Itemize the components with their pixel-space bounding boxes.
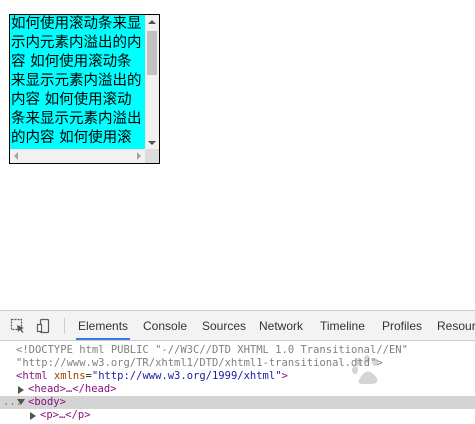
- horizontal-scrollbar[interactable]: [10, 149, 145, 163]
- html-attr-value: "http://www.w3.org/1999/xhtml": [91, 370, 282, 382]
- tab-console[interactable]: Console: [141, 311, 189, 340]
- dom-node-body[interactable]: ... <body>: [0, 396, 475, 409]
- scroll-left-arrow-icon[interactable]: [14, 152, 18, 160]
- devtools-toolbar: Elements Console Sources Network Timelin…: [0, 311, 475, 341]
- scroll-down-arrow-icon[interactable]: [148, 141, 156, 145]
- html-attr-name: xmlns: [53, 370, 86, 382]
- html-open-tag: <html: [16, 370, 48, 382]
- page-viewport: 如何使用滚动条来显示内元素内溢出的内容 如何使用滚动条来显示元素内溢出的内容 如…: [0, 0, 475, 307]
- doctype-text-line1: <!DOCTYPE html PUBLIC "-//W3C//DTD XHTML…: [16, 344, 408, 356]
- toolbar-divider: [64, 318, 65, 334]
- devtools-panel: Elements Console Sources Network Timelin…: [0, 310, 475, 424]
- tab-elements[interactable]: Elements: [76, 311, 131, 340]
- doctype-text-line2: "http://www.w3.org/TR/xhtml1/DTD/xhtml1-…: [16, 357, 383, 369]
- scrollable-div[interactable]: 如何使用滚动条来显示内元素内溢出的内容 如何使用滚动条来显示元素内溢出的内容 如…: [9, 14, 160, 164]
- scroll-up-arrow-icon[interactable]: [148, 20, 156, 24]
- body-open-tag: <body>: [28, 396, 66, 408]
- dom-node-doctype-cont: "http://www.w3.org/TR/xhtml1/DTD/xhtml1-…: [0, 357, 475, 370]
- elements-dom-tree: <!DOCTYPE html PUBLIC "-//W3C//DTD XHTML…: [0, 342, 475, 424]
- overflow-text: 如何使用滚动条来显示内元素内溢出的内容 如何使用滚动条来显示元素内溢出的内容 如…: [11, 16, 142, 146]
- vertical-scrollbar[interactable]: [145, 15, 159, 149]
- expand-triangle-icon[interactable]: [18, 386, 24, 394]
- dom-node-html[interactable]: <html xmlns="http://www.w3.org/1999/xhtm…: [0, 370, 475, 383]
- tab-sources[interactable]: Sources: [200, 311, 248, 340]
- p-collapsed-tag: <p>…</p>: [40, 409, 91, 421]
- device-mode-icon[interactable]: [36, 318, 52, 334]
- html-close-bracket: >: [281, 370, 288, 382]
- scroll-right-arrow-icon[interactable]: [137, 152, 141, 160]
- collapse-triangle-icon[interactable]: [17, 399, 25, 405]
- expand-triangle-icon[interactable]: [30, 412, 36, 420]
- scrollbar-corner: [145, 149, 159, 163]
- vertical-scroll-thumb[interactable]: [147, 31, 157, 75]
- inspect-element-icon[interactable]: [10, 318, 26, 334]
- tab-profiles[interactable]: Profiles: [380, 311, 424, 340]
- dom-node-doctype[interactable]: <!DOCTYPE html PUBLIC "-//W3C//DTD XHTML…: [0, 344, 475, 357]
- tab-timeline[interactable]: Timeline: [318, 311, 367, 340]
- head-collapsed-tag: <head>…</head>: [28, 383, 117, 395]
- tab-resources[interactable]: Resources: [435, 311, 475, 340]
- dom-node-p[interactable]: <p>…</p>: [0, 409, 475, 422]
- tab-network[interactable]: Network: [257, 311, 305, 340]
- dom-node-head[interactable]: <head>…</head>: [0, 383, 475, 396]
